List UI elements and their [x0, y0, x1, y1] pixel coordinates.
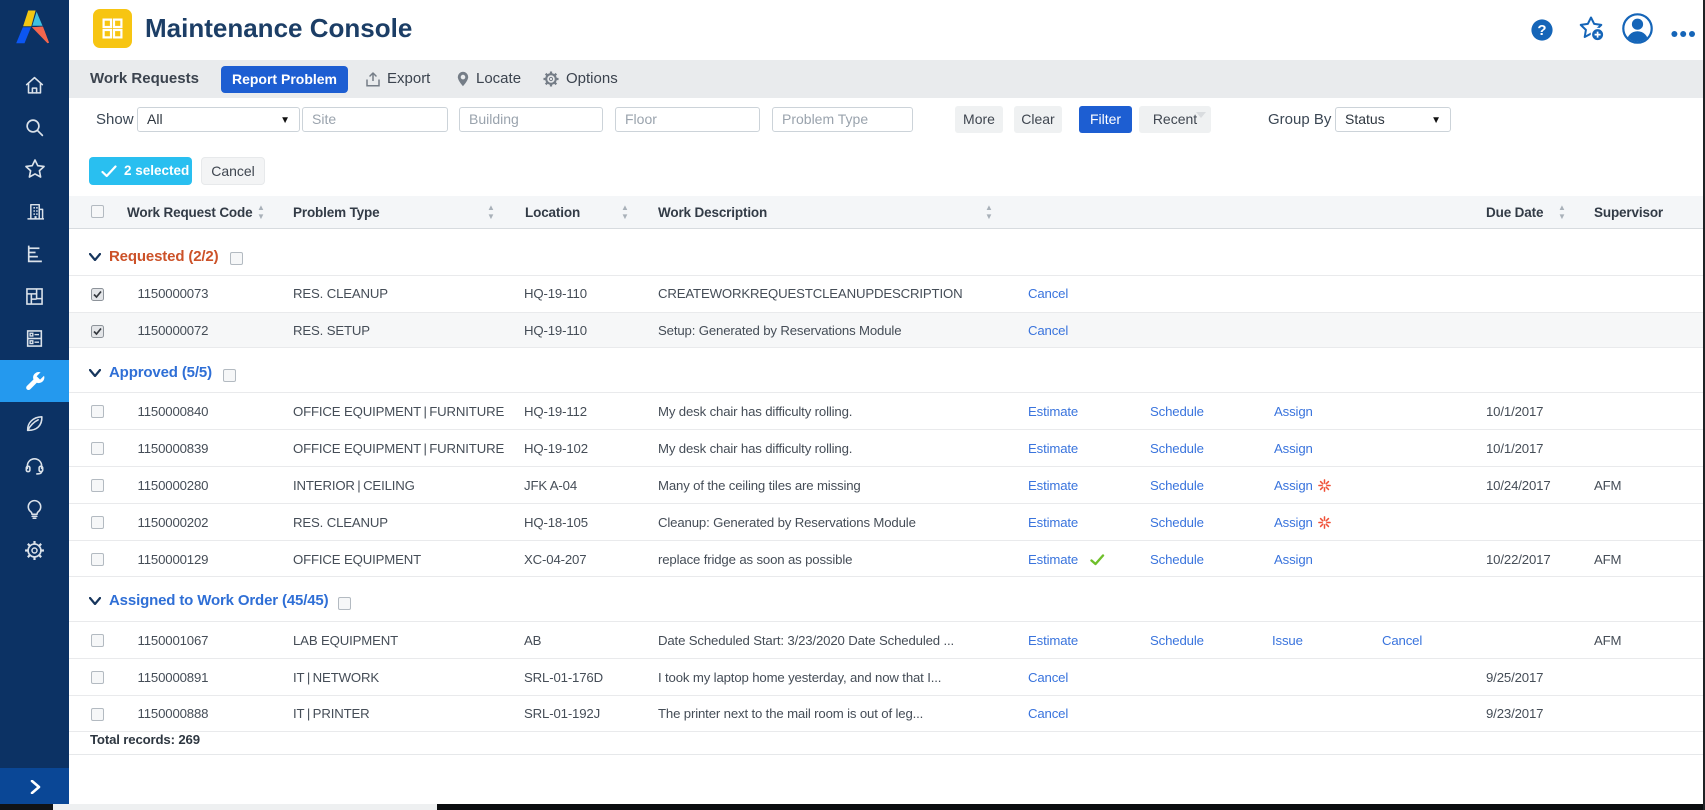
svg-text:?: ?	[1537, 22, 1546, 39]
